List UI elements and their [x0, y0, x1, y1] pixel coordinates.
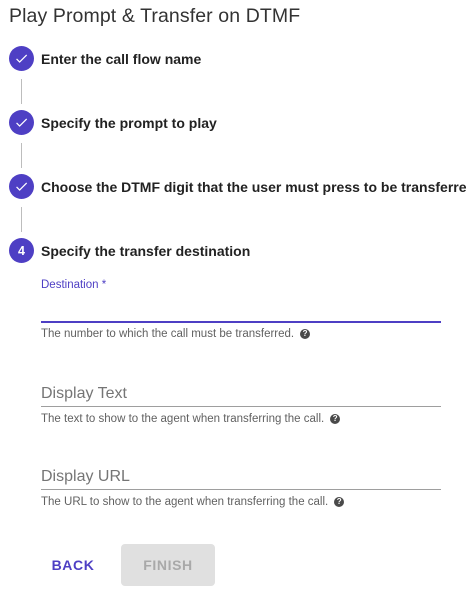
display-url-field: The URL to show to the agent when transf…	[41, 465, 441, 508]
display-url-input[interactable]	[41, 465, 441, 489]
step-call-flow-name[interactable]: Enter the call flow name	[9, 46, 201, 71]
step-number: 4	[18, 243, 25, 258]
check-icon	[16, 182, 28, 191]
destination-underline	[41, 321, 441, 323]
display-text-underline	[41, 406, 441, 407]
destination-field: Destination * The number to which the ca…	[41, 279, 441, 340]
step-label: Choose the DTMF digit that the user must…	[41, 178, 467, 195]
display-text-helper-text: The text to show to the agent when trans…	[41, 413, 325, 425]
destination-label: Destination *	[41, 279, 107, 291]
display-text-input[interactable]	[41, 382, 441, 406]
help-icon[interactable]: ?	[330, 414, 341, 424]
display-url-helper-text: The URL to show to the agent when transf…	[41, 496, 329, 508]
finish-button[interactable]: FINISH	[121, 544, 215, 586]
page-title: Play Prompt & Transfer on DTMF	[9, 5, 301, 27]
step-label: Enter the call flow name	[41, 50, 202, 67]
destination-helper: The number to which the call must be tra…	[41, 328, 441, 340]
check-icon	[16, 54, 28, 63]
display-text-helper: The text to show to the agent when trans…	[41, 413, 441, 425]
step-connector	[21, 79, 22, 104]
step-connector	[21, 207, 22, 232]
check-icon	[16, 118, 28, 127]
help-icon[interactable]: ?	[334, 497, 345, 507]
step-completed-indicator	[9, 174, 34, 199]
back-button[interactable]: BACK	[41, 550, 105, 580]
step-transfer-destination[interactable]: 4 Specify the transfer destination	[9, 238, 250, 263]
step-number-indicator: 4	[9, 238, 34, 263]
display-text-field: The text to show to the agent when trans…	[41, 382, 441, 425]
display-url-underline	[41, 489, 441, 490]
step-completed-indicator	[9, 110, 34, 135]
step-connector	[21, 143, 22, 168]
destination-helper-text: The number to which the call must be tra…	[41, 328, 295, 340]
display-url-helper: The URL to show to the agent when transf…	[41, 496, 441, 508]
destination-input[interactable]	[41, 291, 441, 321]
step-completed-indicator	[9, 46, 34, 71]
step-label: Specify the prompt to play	[41, 114, 217, 131]
step-dtmf-digit[interactable]: Choose the DTMF digit that the user must…	[9, 174, 467, 199]
help-icon[interactable]: ?	[300, 329, 311, 339]
step-prompt[interactable]: Specify the prompt to play	[9, 110, 217, 135]
step-label: Specify the transfer destination	[41, 242, 251, 259]
